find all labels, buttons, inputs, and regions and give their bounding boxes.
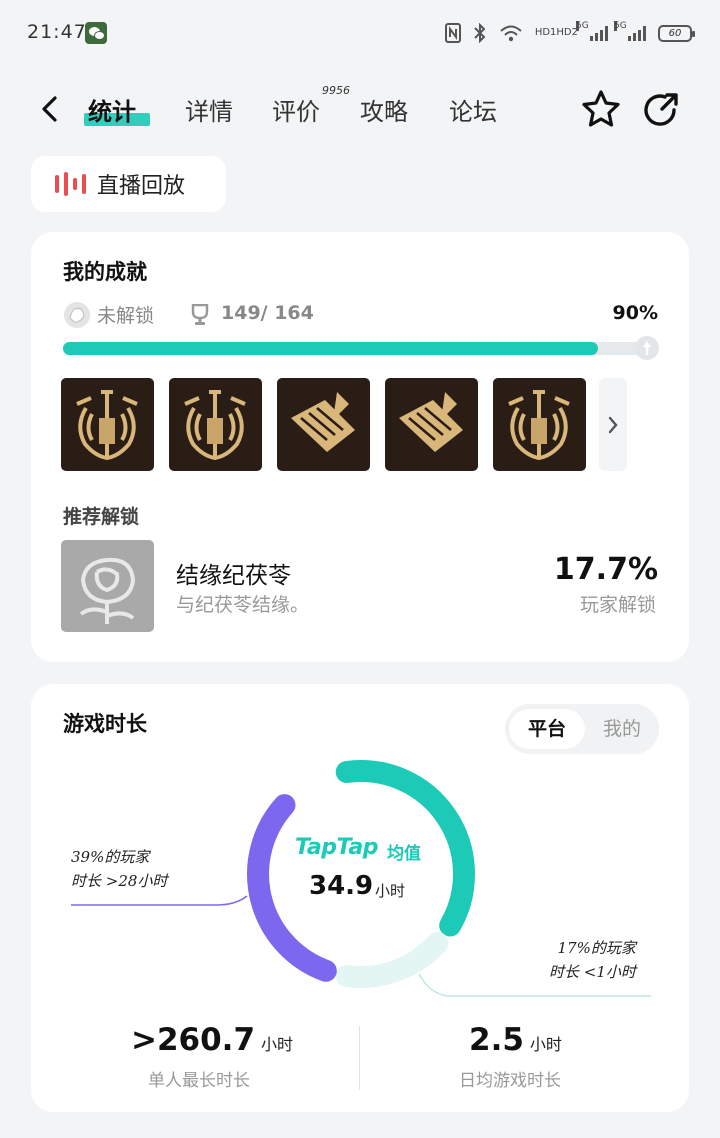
live-replay-label: 直播回放 [97, 174, 186, 199]
avg-playtime-unit: 小时 [375, 882, 406, 900]
wifi-icon [499, 24, 523, 42]
achievement-percent: 90% [612, 302, 658, 324]
achievement-progress-bar [63, 336, 659, 360]
tab-guides[interactable]: 攻略 [360, 92, 408, 127]
signal-icon-2: 5G [614, 21, 646, 41]
donut-segment-light [335, 931, 449, 988]
hd-indicator: HD1 HD2 [535, 28, 578, 38]
avg-suffix-label: 均值 [387, 844, 421, 864]
taptap-brand-label: TapTap [295, 835, 378, 860]
note-left-line-2: 时长 >28小时 [71, 872, 168, 890]
hd-label-2: HD2 [556, 27, 578, 38]
daily-playtime-stat: 2.5 小时 [469, 1022, 562, 1058]
recommend-description: 与纪茯苓结缘。 [176, 594, 310, 616]
recommend-rose-icon[interactable] [61, 540, 154, 632]
tab-forum[interactable]: 论坛 [449, 92, 497, 127]
tab-details[interactable]: 详情 [185, 92, 233, 127]
locked-achievement-icon [63, 301, 91, 329]
daily-playtime-label: 日均游戏时长 [459, 1071, 561, 1091]
status-time: 21:47 [27, 21, 87, 43]
trophy-icon [191, 303, 209, 326]
note-right-line-1: 17%的玩家 [557, 939, 636, 957]
hd-label-1: HD1 [534, 27, 557, 38]
status-icons: HD1 HD2 5G 5G 60 [444, 21, 695, 45]
back-icon[interactable] [36, 94, 66, 124]
battery-icon: 60 [658, 24, 695, 42]
max-playtime-value: >260.7 [131, 1022, 256, 1058]
live-replay-button[interactable]: 直播回放 [31, 156, 226, 212]
wechat-icon [85, 22, 107, 44]
achievement-badge-scroll[interactable] [277, 378, 370, 471]
avg-playtime-value: 34.9 [309, 871, 374, 901]
achievement-badges [61, 378, 586, 471]
achievement-badge-sword-emblem-2[interactable] [169, 378, 262, 471]
recommend-name: 结缘纪茯苓 [176, 563, 291, 589]
recommend-percent: 17.7% [553, 552, 658, 587]
achievement-badge-sword-emblem[interactable] [61, 378, 154, 471]
reviews-count-badge: 9956 [322, 84, 350, 97]
recommend-title: 推荐解锁 [63, 506, 140, 528]
more-achievements-button[interactable] [599, 378, 627, 471]
chevron-right-icon [608, 416, 618, 433]
max-playtime-unit: 小时 [261, 1035, 294, 1054]
playtime-card: 游戏时长 平台 我的 TapTap 均值 34.9 小时 39%的玩家 时长 >… [31, 684, 689, 1112]
progress-end-icon [635, 336, 659, 360]
achievement-badge-scroll-2[interactable] [385, 378, 478, 471]
tab-reviews[interactable]: 评价 [272, 92, 320, 127]
live-waveform-icon [55, 172, 87, 196]
recommend-sub-label: 玩家解锁 [579, 594, 656, 616]
note-left-line-1: 39%的玩家 [71, 848, 150, 866]
top-nav: 统计 详情 评价 9956 攻略 论坛 [0, 80, 720, 140]
daily-playtime-value: 2.5 [469, 1022, 524, 1058]
toggle-platform[interactable]: 平台 [509, 709, 585, 749]
daily-playtime-unit: 小时 [529, 1035, 562, 1054]
nfc-icon [444, 23, 461, 43]
achievement-count: 149/ 164 [221, 302, 314, 324]
max-playtime-label: 单人最长时长 [148, 1071, 250, 1091]
achievements-card: 我的成就 未解锁 149/ 164 90% 推荐解锁 结缘纪茯苓 与纪茯苓结缘。… [31, 232, 689, 662]
max-playtime-stat: >260.7 小时 [131, 1022, 293, 1058]
achievements-title: 我的成就 [63, 259, 147, 284]
status-bar: 21:47 HD1 HD2 5G 5G 60 [0, 0, 720, 66]
note-right: 17%的玩家 时长 <1小时 [549, 936, 636, 984]
note-left: 39%的玩家 时长 >28小时 [71, 845, 167, 893]
stats-divider [359, 1026, 360, 1090]
achievement-badge-sword-emblem-3[interactable] [493, 378, 586, 471]
locked-label: 未解锁 [97, 305, 155, 327]
share-icon[interactable] [641, 90, 681, 130]
playtime-toggle: 平台 我的 [505, 704, 659, 754]
toggle-mine[interactable]: 我的 [589, 709, 655, 749]
network-label-1: 5G [576, 21, 589, 31]
signal-icon-1: 5G [576, 21, 608, 41]
bluetooth-icon [473, 23, 487, 43]
tab-stats[interactable]: 统计 [88, 92, 136, 127]
star-icon[interactable] [580, 88, 622, 130]
note-right-line-2: 时长 <1小时 [549, 963, 636, 981]
playtime-title: 游戏时长 [63, 711, 147, 736]
achievement-progress-fill [63, 342, 598, 355]
network-label-2: 5G [614, 21, 627, 31]
